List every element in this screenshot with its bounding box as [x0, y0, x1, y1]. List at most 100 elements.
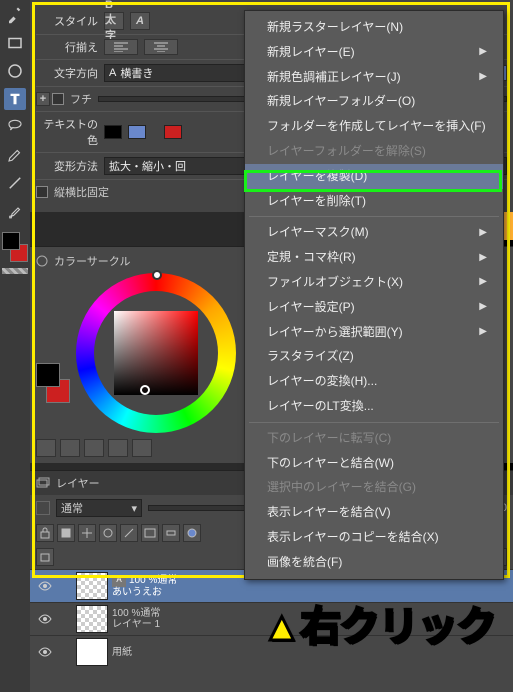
- textdir-value: 横書き: [120, 65, 153, 81]
- submenu-arrow-icon: ▶: [479, 45, 487, 59]
- context-menu-item: レイヤーフォルダーを解除(S): [245, 139, 503, 164]
- rect-tool-icon[interactable]: [4, 32, 26, 54]
- text-layer-badge-icon: A: [112, 575, 126, 587]
- visibility-toggle-icon[interactable]: [36, 643, 54, 661]
- context-menu-item-label: レイヤーのLT変換...: [267, 398, 374, 415]
- context-menu-item[interactable]: レイヤーを複製(D): [245, 164, 503, 189]
- context-menu-item-label: レイヤー設定(P): [267, 299, 355, 316]
- layer-pixellock-button[interactable]: [57, 524, 75, 542]
- edge-checkbox[interactable]: [52, 93, 64, 105]
- sv-square[interactable]: [114, 311, 198, 395]
- transform-value: 拡大・縮小・回: [109, 158, 186, 174]
- color-tool-3[interactable]: [84, 439, 104, 457]
- context-menu-item-label: ファイルオブジェクト(X): [267, 274, 403, 291]
- submenu-arrow-icon: ▶: [479, 300, 487, 314]
- context-menu-item[interactable]: レイヤーマスク(M) ▶: [245, 220, 503, 245]
- context-menu-item[interactable]: 表示レイヤーのコピーを結合(X): [245, 525, 503, 550]
- context-menu-item[interactable]: フォルダーを作成してレイヤーを挿入(F): [245, 114, 503, 139]
- layer-thumbnail[interactable]: [76, 638, 108, 666]
- layer-thumbnail[interactable]: [76, 605, 108, 633]
- lasso-tool-icon[interactable]: [4, 116, 26, 138]
- context-menu-item: 選択中のレイヤーを結合(G): [245, 475, 503, 500]
- context-menu-item-label: レイヤーマスク(M): [267, 224, 369, 241]
- layer-thumbnail[interactable]: [76, 572, 108, 600]
- submenu-arrow-icon: ▶: [479, 325, 487, 339]
- bold-button[interactable]: B太字: [104, 12, 124, 30]
- layer-mask-button[interactable]: [141, 524, 159, 542]
- context-menu-separator: [249, 422, 499, 423]
- layer-text-group: 100 %通常レイヤー 1: [112, 608, 160, 630]
- submenu-arrow-icon: ▶: [479, 275, 487, 289]
- layer-draft-button[interactable]: [120, 524, 138, 542]
- submenu-arrow-icon: ▶: [479, 226, 487, 240]
- visibility-toggle-icon[interactable]: [36, 577, 54, 595]
- context-menu-item-label: レイヤーの変換(H)...: [267, 373, 377, 390]
- visibility-toggle-icon[interactable]: [36, 610, 54, 628]
- context-menu-item[interactable]: 定規・コマ枠(R)▶: [245, 245, 503, 270]
- color-tool-5[interactable]: [132, 439, 152, 457]
- layer-lock-indicator[interactable]: [36, 501, 50, 515]
- layer-ruler-button[interactable]: [162, 524, 180, 542]
- textcolor-swatch-2[interactable]: [128, 125, 146, 139]
- layer-color-button[interactable]: [183, 524, 201, 542]
- line-tool-icon[interactable]: [4, 172, 26, 194]
- italic-button[interactable]: A: [130, 12, 150, 30]
- lockratio-checkbox[interactable]: [36, 186, 48, 198]
- layer-panel-title: レイヤー: [56, 475, 100, 491]
- blend-mode-select[interactable]: 通常 ▾: [56, 499, 142, 517]
- context-menu-item-label: フォルダーを作成してレイヤーを挿入(F): [267, 118, 486, 135]
- layer-clip-button[interactable]: [78, 524, 96, 542]
- ellipse-tool-icon[interactable]: [4, 60, 26, 82]
- textcolor-swatch-3[interactable]: [164, 125, 182, 139]
- chevron-down-icon: ▾: [131, 502, 137, 515]
- lockratio-label: 縦横比固定: [54, 184, 109, 200]
- color-circle-title: カラーサークル: [54, 253, 130, 269]
- align-label: 行揃え: [36, 39, 98, 55]
- context-menu-item[interactable]: 新規色調補正レイヤー(J)▶: [245, 65, 503, 90]
- new-layer-button[interactable]: [36, 548, 54, 566]
- layer-ref-button[interactable]: [99, 524, 117, 542]
- expand-edge-button[interactable]: +: [36, 92, 50, 106]
- eyedropper-tool-icon[interactable]: [4, 4, 26, 26]
- layer-name-label: あいうえお: [112, 587, 177, 598]
- submenu-arrow-icon: ▶: [479, 70, 487, 84]
- context-menu-item[interactable]: レイヤー設定(P) ▶: [245, 295, 503, 320]
- color-tool-2[interactable]: [60, 439, 80, 457]
- layer-text-group: 用紙: [112, 647, 132, 658]
- context-menu-item[interactable]: ファイルオブジェクト(X) ▶: [245, 270, 503, 295]
- annotation-text: ▲右クリック: [262, 594, 496, 652]
- brush-tool-icon[interactable]: [4, 200, 26, 222]
- fg-color-swatch[interactable]: [2, 232, 20, 250]
- context-menu-item[interactable]: 新規ラスターレイヤー(N): [245, 15, 503, 40]
- panel-fg-color-swatch[interactable]: [36, 363, 60, 387]
- transform-label: 変形方法: [36, 158, 98, 174]
- align-center-button[interactable]: [144, 39, 178, 55]
- context-menu-item[interactable]: 表示レイヤーを結合(V): [245, 500, 503, 525]
- textcolor-swatch-1[interactable]: [104, 125, 122, 139]
- context-menu-item[interactable]: 下のレイヤーと結合(W): [245, 451, 503, 476]
- context-menu-item[interactable]: 画像を統合(F): [245, 550, 503, 575]
- context-menu-item[interactable]: レイヤーのLT変換...: [245, 394, 503, 419]
- color-tool-1[interactable]: [36, 439, 56, 457]
- layer-lock-button[interactable]: [36, 524, 54, 542]
- context-menu-item-label: 下のレイヤーに転写(C): [267, 430, 391, 447]
- context-menu-item[interactable]: レイヤーを削除(T): [245, 189, 503, 214]
- fgbg-swatches-panel[interactable]: [36, 363, 70, 403]
- context-menu-item[interactable]: レイヤーから選択範囲(Y)▶: [245, 320, 503, 345]
- context-menu-item[interactable]: ラスタライズ(Z): [245, 344, 503, 369]
- fgbg-swatches[interactable]: [2, 232, 28, 262]
- edge-label: フチ: [70, 91, 92, 107]
- context-menu-item[interactable]: 新規レイヤー(E)▶: [245, 40, 503, 65]
- context-menu-item[interactable]: 新規レイヤーフォルダー(O): [245, 89, 503, 114]
- color-tool-4[interactable]: [108, 439, 128, 457]
- layer-opacity-label: 100 %通常: [112, 608, 160, 619]
- layer-opacity-label: 100 %通常: [129, 575, 177, 586]
- hue-wheel[interactable]: [76, 273, 236, 433]
- hue-handle[interactable]: [152, 270, 162, 280]
- text-tool-icon[interactable]: [4, 88, 26, 110]
- sv-handle[interactable]: [140, 385, 150, 395]
- align-left-button[interactable]: [104, 39, 138, 55]
- context-menu-item[interactable]: レイヤーの変換(H)...: [245, 369, 503, 394]
- context-menu-item: 下のレイヤーに転写(C): [245, 426, 503, 451]
- pen-tool-icon[interactable]: [4, 144, 26, 166]
